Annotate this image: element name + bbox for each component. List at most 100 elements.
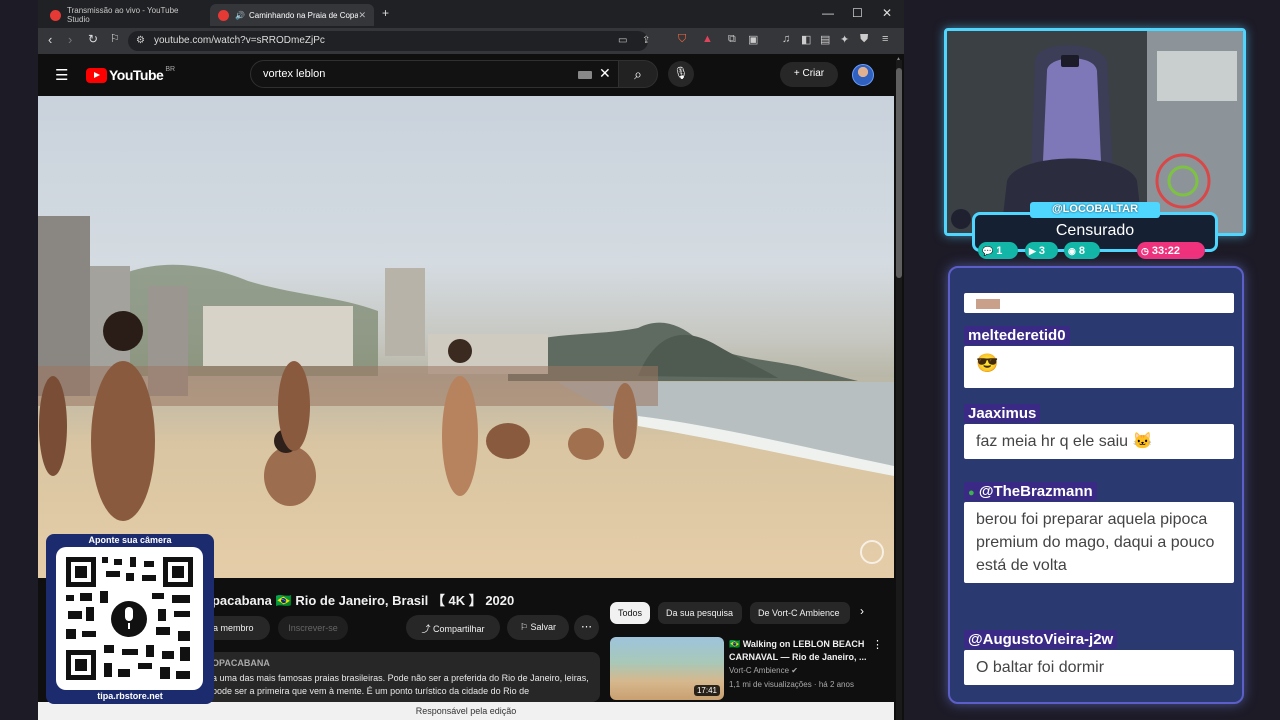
chat-message: @AugustoVieira-j2w O baltar foi dormir: [964, 630, 1234, 685]
clear-search-icon[interactable]: ✕: [599, 65, 611, 82]
account-avatar[interactable]: [852, 64, 874, 86]
chat-message-body: 😎: [964, 346, 1234, 388]
youtube-icon: ▶: [1029, 245, 1036, 256]
create-button[interactable]: + Criar: [780, 62, 838, 87]
chat-count-badge: 💬 1: [978, 242, 1018, 259]
close-tab-icon[interactable]: ✕: [358, 10, 366, 21]
chip-all[interactable]: Todos: [610, 602, 650, 624]
chat-message-body: berou foi preparar aquela pipoca premium…: [964, 502, 1234, 583]
streamer-username: @LOCOBALTAR: [1030, 202, 1160, 218]
sidebar-icon[interactable]: ◧: [801, 33, 811, 46]
more-actions-button[interactable]: ⋯: [574, 615, 599, 640]
minimize-button[interactable]: —: [822, 6, 834, 20]
youtube-favicon-icon: [218, 9, 229, 21]
viewers-count-badge: ◉ 8: [1064, 242, 1100, 259]
youtube-count: 3: [1038, 245, 1046, 257]
chat-text: faz meia hr q ele saiu: [976, 433, 1129, 450]
recommendation-thumbnail[interactable]: 17:41: [610, 637, 724, 700]
chat-message: Jaaximus faz meia hr q ele saiu 🐱: [964, 404, 1234, 459]
chips-next-icon[interactable]: ›: [860, 604, 864, 618]
wallet-icon[interactable]: ▤: [820, 33, 830, 46]
qr-title: Aponte sua câmera: [88, 535, 172, 545]
tab-title: Transmissão ao vivo - YouTube Studio: [67, 6, 179, 24]
chat-username: Jaaximus: [964, 404, 1041, 423]
save-label: Salvar: [530, 622, 557, 632]
chat-message-partial: [964, 292, 1234, 313]
stream-status-text: Censurado: [1055, 222, 1135, 239]
share-page-icon[interactable]: ⇪: [642, 35, 650, 46]
screenshot-icon[interactable]: ▣: [748, 33, 758, 46]
new-tab-button[interactable]: +: [382, 6, 389, 20]
more-icon: ⋯: [581, 621, 592, 633]
leo-ai-icon[interactable]: ✦: [840, 33, 849, 46]
channel-watermark-icon[interactable]: [860, 540, 884, 564]
youtube-count-badge: ▶ 3: [1025, 242, 1058, 259]
save-button[interactable]: ⚐ Salvar: [507, 615, 569, 640]
chat-message-body: O baltar foi dormir: [964, 650, 1234, 685]
address-bar[interactable]: ⚙ youtube.com/watch?v=sRRODmeZjPc ▭ ⇪: [128, 31, 650, 51]
media-icon[interactable]: ♫: [782, 33, 790, 45]
scrollbar-thumb[interactable]: [896, 68, 902, 278]
youtube-header: ☰ YouTube BR vortex leblon ✕ ⌕ 🎙 + Criar: [38, 54, 894, 96]
bookmark-icon: ⚐: [519, 622, 529, 632]
forward-button[interactable]: ›: [68, 32, 72, 47]
extensions-icon[interactable]: ⧉: [728, 33, 736, 46]
verified-icon: ✔: [791, 666, 798, 675]
search-query[interactable]: vortex leblon: [263, 68, 325, 80]
rewards-icon[interactable]: ▲: [702, 33, 713, 45]
qr-code-image: [66, 557, 193, 680]
chip-from-search[interactable]: Da sua pesquisa: [658, 602, 742, 624]
recommendation-meta: 1,1 mi de visualizações · há 2 anos: [729, 680, 854, 689]
youtube-logo[interactable]: YouTube BR: [86, 66, 175, 83]
recommendation-more-icon[interactable]: ⋮: [872, 638, 883, 651]
viewers-count: 8: [1078, 245, 1085, 257]
maximize-button[interactable]: ☐: [852, 6, 863, 20]
edit-status-bar: Responsável pela edição: [38, 702, 894, 720]
video-frame-beach: [38, 216, 894, 521]
search-icon: ⌕: [634, 66, 642, 82]
video-title: opacabana 🇧🇷 Rio de Janeiro, Brasil 【 4K…: [204, 593, 515, 608]
chat-text: berou foi preparar aquela pipoca premium…: [976, 511, 1215, 574]
stream-time: 33:22: [1151, 245, 1180, 257]
recommendation-title[interactable]: 🇧🇷 Walking on LEBLON BEACH CARNAVAL — Ri…: [729, 638, 867, 664]
bookmark-icon[interactable]: ⚐: [110, 32, 120, 45]
brave-shield-icon[interactable]: ⛉: [678, 33, 686, 46]
recommendation-channel[interactable]: Vort-C Ambience ✔: [729, 666, 798, 675]
url-text[interactable]: youtube.com/watch?v=sRRODmeZjPc: [154, 35, 325, 46]
keyboard-icon[interactable]: [578, 71, 592, 79]
subscribe-button[interactable]: Inscrever-se: [278, 616, 348, 640]
chat-message: ● @TheBrazmann berou foi preparar aquela…: [964, 482, 1234, 583]
chat-count: 1: [996, 245, 1003, 257]
qr-code-panel: Aponte sua câmera tipa.rbstore.net: [46, 534, 214, 704]
microphone-icon: 🎙: [673, 66, 689, 80]
emote-icon: 😎: [976, 353, 999, 373]
search-input[interactable]: vortex leblon ✕: [250, 60, 620, 88]
viewers-icon: ◉: [1068, 245, 1076, 256]
page-scrollbar[interactable]: [896, 60, 902, 720]
chat-panel: meltederetid0 😎 Jaaximus faz meia hr q e…: [948, 266, 1244, 704]
reload-button[interactable]: ↻: [88, 32, 98, 46]
hamburger-menu-icon[interactable]: ☰: [55, 66, 68, 84]
chat-text: O baltar foi dormir: [976, 659, 1105, 676]
back-button[interactable]: ‹: [48, 32, 52, 47]
tab-title: Caminhando na Praia de Copacabana: [248, 10, 359, 20]
youtube-studio-favicon-icon: [50, 9, 61, 21]
cast-icon[interactable]: ▭: [618, 35, 627, 46]
voice-search-button[interactable]: 🎙: [668, 61, 694, 87]
menu-icon[interactable]: ≡: [882, 33, 888, 45]
site-info-icon[interactable]: ⚙: [136, 35, 145, 46]
browser-toolbar: ‹ › ↻ ⚐ ⚙ youtube.com/watch?v=sRRODmeZjP…: [38, 28, 904, 54]
tab-copacabana-video[interactable]: 🔊 Caminhando na Praia de Copacabana ✕: [210, 4, 374, 26]
share-button[interactable]: ⤴ Compartilhar: [406, 615, 500, 640]
share-icon: ⤴: [421, 624, 431, 634]
video-description[interactable]: OPACABANA a uma das mais famosas praias …: [198, 652, 600, 702]
search-button[interactable]: ⌕: [618, 60, 658, 88]
video-player[interactable]: [38, 96, 894, 578]
tab-youtube-studio[interactable]: Transmissão ao vivo - YouTube Studio: [42, 4, 208, 26]
vpn-icon[interactable]: ⛊: [860, 33, 868, 46]
audio-playing-icon[interactable]: 🔊: [235, 11, 245, 20]
youtube-play-icon: [86, 67, 107, 83]
close-window-button[interactable]: ✕: [882, 6, 892, 20]
chat-username: @TheBrazmann: [978, 483, 1093, 500]
chip-from-channel[interactable]: De Vort-C Ambience: [750, 602, 850, 624]
